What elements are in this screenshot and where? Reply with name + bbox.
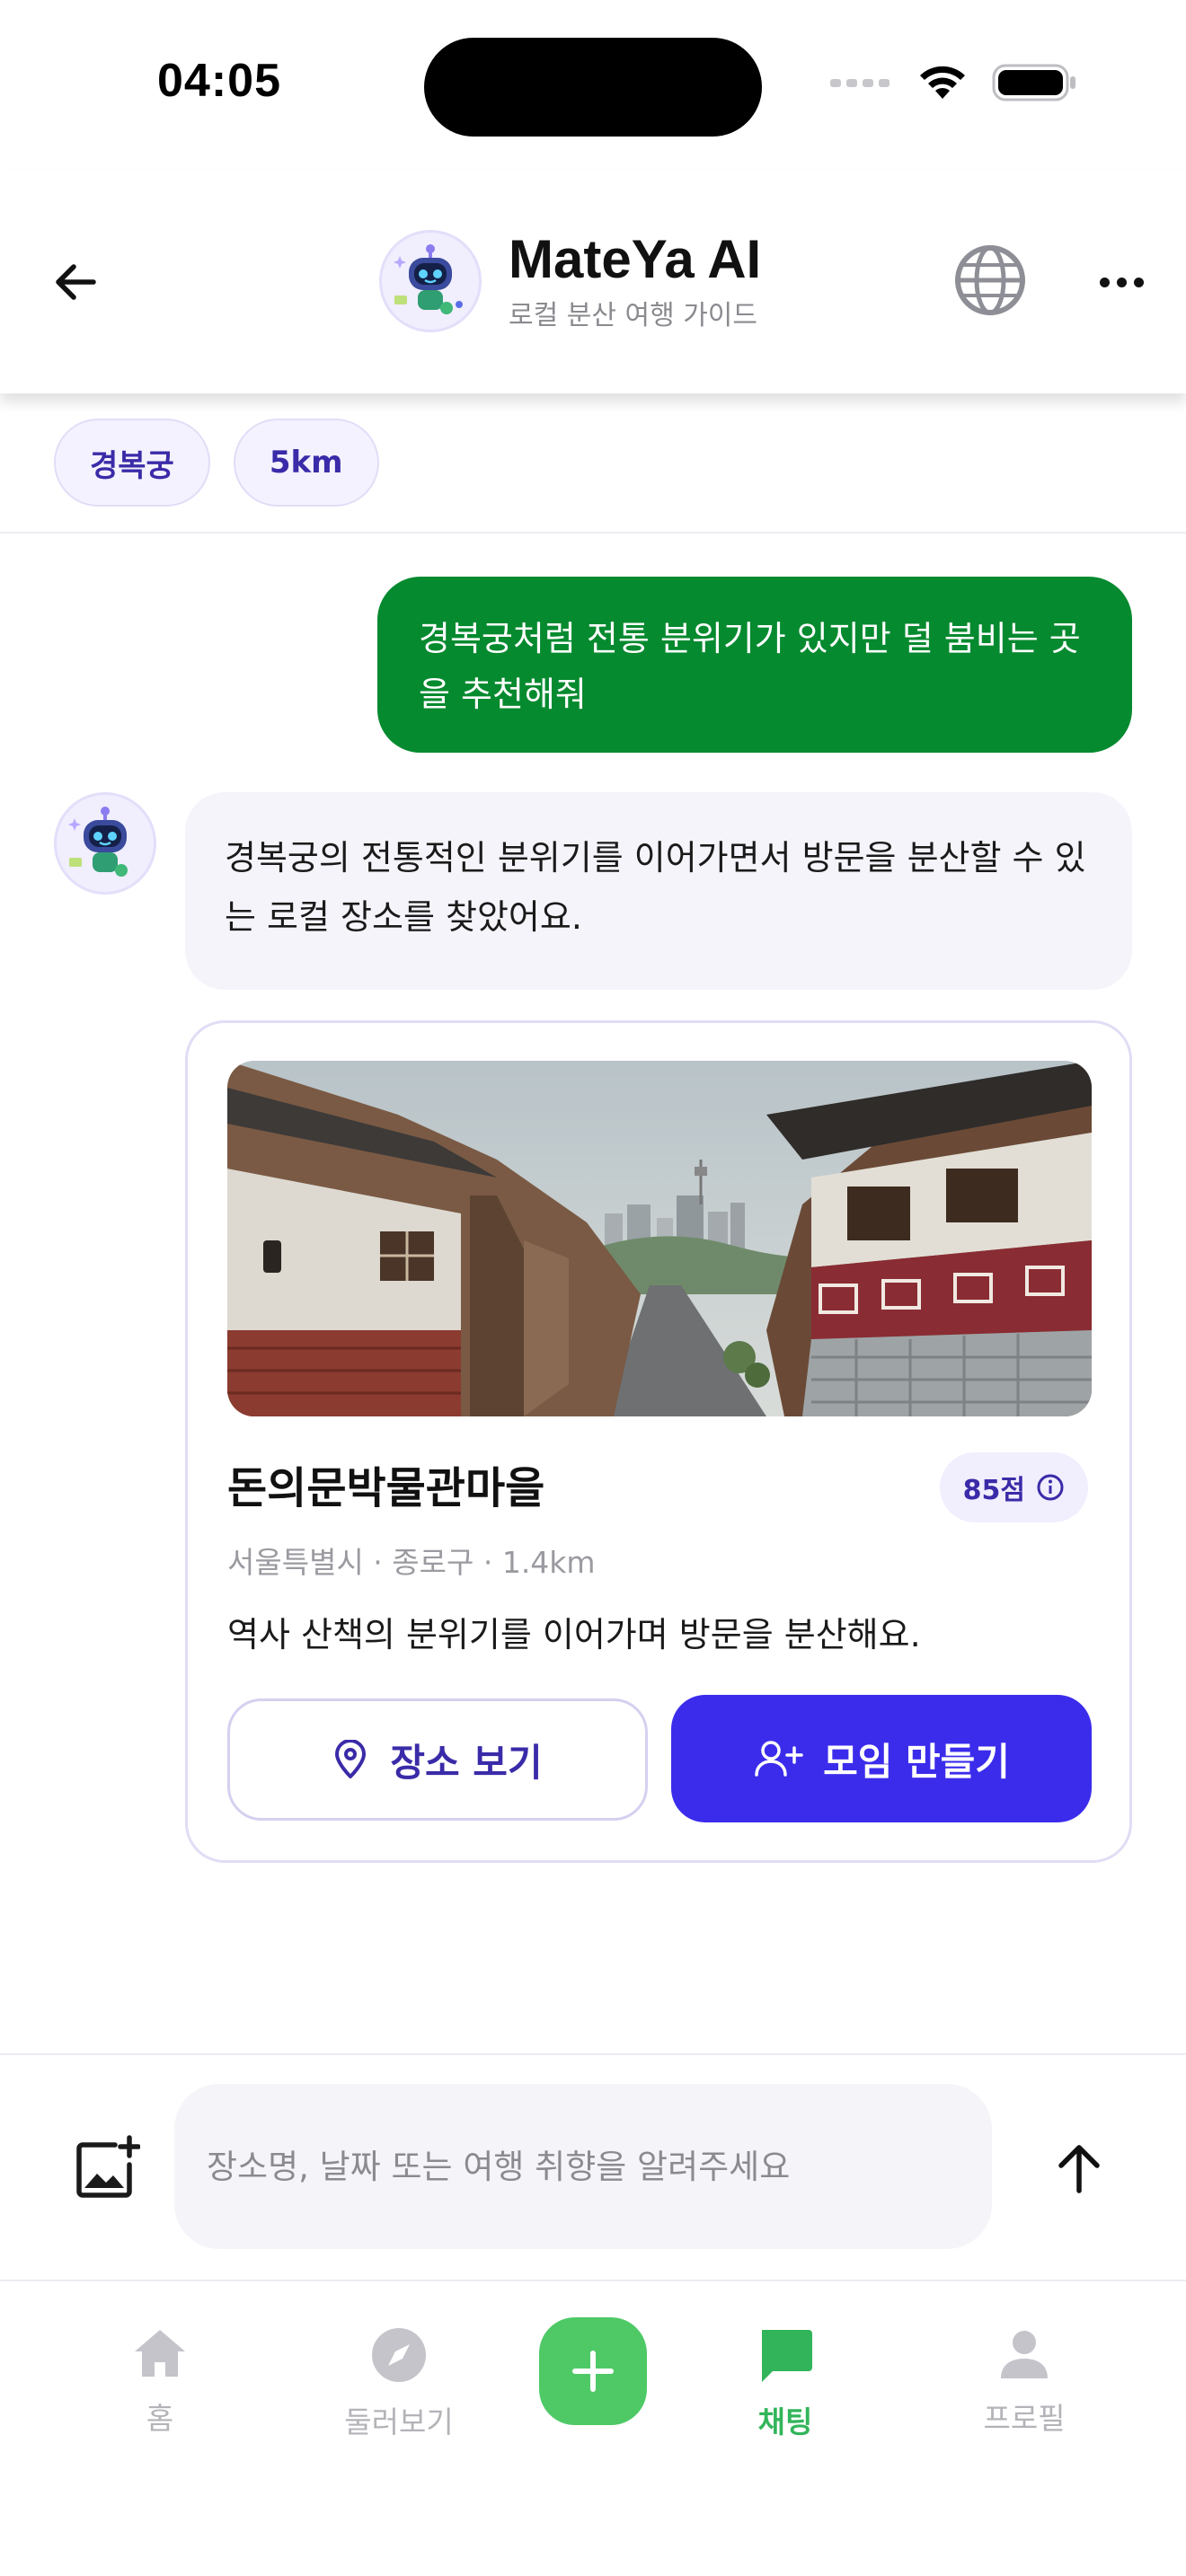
nav-explore[interactable]: 둘러보기: [309, 2326, 489, 2441]
nav-home[interactable]: 홈: [70, 2326, 250, 2438]
create-meetup-button[interactable]: 모임 만들기: [671, 1695, 1092, 1822]
plus-icon: [572, 2351, 614, 2392]
more-button[interactable]: [1089, 259, 1154, 305]
nav-chat[interactable]: 채팅: [695, 2326, 875, 2441]
nav-profile[interactable]: 프로필: [934, 2326, 1114, 2438]
status-bar: 04:05: [0, 0, 1186, 171]
nav-explore-label: 둘러보기: [344, 2404, 454, 2439]
view-place-label: 장소 보기: [390, 1740, 543, 1785]
robot-icon: [394, 244, 463, 314]
place-card[interactable]: 돈의문박물관마을 85점 서울특별시 · 종로구 · 1.4km 역사 산책의 …: [185, 1020, 1132, 1863]
divider: [0, 2053, 1186, 2055]
send-button[interactable]: [1048, 2136, 1111, 2199]
message-input[interactable]: [174, 2084, 992, 2249]
nav-chat-label: 채팅: [757, 2404, 813, 2439]
place-description: 역사 산책의 분위기를 이어가며 방문을 분산해요.: [227, 1615, 921, 1654]
more-dot: [1133, 277, 1144, 287]
divider: [0, 2280, 1186, 2281]
more-dot: [1116, 277, 1127, 287]
info-icon: [1037, 1474, 1064, 1501]
robot-icon: [68, 807, 128, 877]
home-icon: [135, 2330, 185, 2377]
context-chips: 경복궁 5km: [54, 419, 379, 507]
arrow-left-icon: [56, 264, 96, 300]
chip-distance[interactable]: 5km: [233, 419, 379, 507]
chat-header: MateYa AI 로컬 분산 여행 가이드: [0, 171, 1186, 393]
more-dot: [1099, 277, 1110, 287]
header-title: MateYa AI: [509, 229, 762, 289]
header-subtitle: 로컬 분산 여행 가이드: [509, 300, 758, 331]
status-icons: [830, 63, 1078, 102]
signal-icon: [830, 79, 890, 87]
hanok-village-illustration: [227, 1061, 1092, 1416]
place-photo: [227, 1061, 1092, 1416]
add-button[interactable]: [539, 2317, 647, 2425]
globe-icon: [955, 245, 1025, 315]
ai-avatar: [379, 230, 482, 332]
bot-message: 경복궁의 전통적인 분위기를 이어가면서 방문을 분산할 수 있는 로컬 장소를…: [185, 792, 1132, 990]
view-place-button[interactable]: 장소 보기: [227, 1698, 648, 1821]
chat-icon: [762, 2330, 812, 2382]
dynamic-island: [424, 38, 762, 137]
language-button[interactable]: [952, 243, 1028, 318]
score-badge[interactable]: 85점: [939, 1452, 1088, 1522]
create-meetup-label: 모임 만들기: [823, 1739, 1010, 1784]
add-user-icon: [755, 1741, 803, 1777]
attach-image-button[interactable]: [74, 2134, 141, 2201]
arrow-up-icon: [1058, 2145, 1100, 2193]
battery-icon: [992, 64, 1075, 101]
chip-location[interactable]: 경복궁: [54, 419, 210, 507]
user-message: 경복궁처럼 전통 분위기가 있지만 덜 붐비는 곳을 추천해줘: [377, 577, 1132, 753]
place-name: 돈의문박물관마을: [227, 1463, 545, 1513]
nav-home-label: 홈: [146, 2401, 174, 2436]
place-meta: 서울특별시 · 종로구 · 1.4km: [227, 1545, 596, 1580]
bot-avatar: [54, 792, 156, 895]
divider: [0, 532, 1186, 534]
wifi-icon: [920, 66, 965, 99]
back-button[interactable]: [43, 250, 108, 314]
status-time: 04:05: [157, 55, 281, 107]
compass-icon: [372, 2328, 426, 2382]
add-image-icon: [76, 2135, 141, 2198]
score-value: 85점: [962, 1475, 1025, 1506]
map-pin-icon: [335, 1740, 367, 1778]
profile-icon: [1001, 2331, 1048, 2378]
nav-profile-label: 프로필: [983, 2401, 1066, 2436]
